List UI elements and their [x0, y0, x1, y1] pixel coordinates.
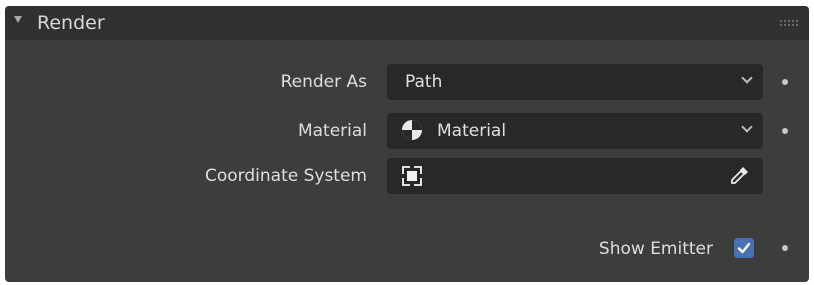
show-emitter-label: Show Emitter	[598, 239, 713, 259]
panel-title: Render	[37, 12, 105, 34]
eyedropper-icon[interactable]	[729, 164, 751, 186]
keyframe-dot-icon[interactable]	[782, 128, 788, 134]
checkmark-icon	[737, 242, 751, 254]
keyframe-dot-icon[interactable]	[782, 79, 788, 85]
coordinate-system-label: Coordinate System	[205, 166, 367, 186]
render-as-dropdown[interactable]: Path	[387, 64, 763, 100]
keyframe-dot-icon[interactable]	[782, 245, 788, 251]
chevron-down-icon	[741, 121, 753, 133]
material-dropdown[interactable]: Material	[387, 113, 763, 149]
drag-handle-icon[interactable]	[779, 19, 799, 27]
show-emitter-checkbox[interactable]	[734, 238, 754, 258]
render-as-value: Path	[405, 72, 443, 92]
render-panel: Render Render As Path Material Material …	[5, 6, 809, 282]
material-value: Material	[437, 121, 507, 141]
material-sphere-icon	[402, 120, 422, 140]
coordinate-system-field[interactable]	[387, 158, 763, 194]
triangle-down-icon[interactable]	[14, 16, 22, 23]
object-icon	[402, 166, 422, 186]
material-label: Material	[297, 121, 367, 141]
chevron-down-icon	[741, 72, 753, 84]
panel-header[interactable]: Render	[5, 6, 809, 40]
render-as-label: Render As	[280, 72, 367, 92]
